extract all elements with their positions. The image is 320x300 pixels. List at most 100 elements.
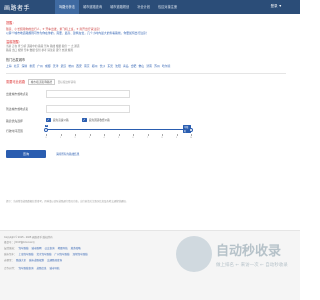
footer-links-partners: 合作伙伴： 驾车路线查询 道路信息 城市导航 <box>4 266 63 270</box>
footer-link[interactable]: 旅游攻略 <box>71 247 81 250</box>
hot-cities-list: 上海 北京 深圳 重庆 广州 成都 天津 武汉 杭州 西安 南京 郑州 长沙 东莞 沈阳 青岛 合肥 佛山 济南 苏州… <box>6 64 286 68</box>
avoid-highway-label: 避免高速公路 <box>53 119 69 123</box>
tab-city-road-query[interactable]: 城市道路查询 <box>79 0 106 14</box>
slider-tick <box>147 133 148 136</box>
hot-city-link[interactable]: 杭州 <box>68 64 74 68</box>
slider-tick-labels: 0 1 2 3 4 5 6 7 8 9 10 <box>45 136 193 140</box>
hot-city-link[interactable]: 佛山 <box>139 64 145 68</box>
top-navbar: 画路者手 驾路分析法 城市道路查询 城市道路规划 补全计划 包边对接注册 登录 … <box>0 0 300 14</box>
footer-links-city: 城市驾车： 上海驾车路线 北京驾车路线 广州驾车路线 深圳驾车路线 <box>4 252 91 256</box>
hot-city-link[interactable]: 青岛 <box>123 64 129 68</box>
footer-link[interactable]: 路线大全 <box>16 259 26 262</box>
avoid-toll-label: 避免国道收费公路 <box>89 119 110 123</box>
submit-button[interactable]: 查询 <box>6 149 46 158</box>
tab-city-road-plan[interactable]: 城市道路规划 <box>106 0 133 14</box>
footer-link[interactable]: 城市路网 <box>32 247 42 250</box>
slider-tick <box>162 133 163 136</box>
submit-row: 查询 清除所有的路线结果 <box>6 149 286 162</box>
avoid-toll-checkbox[interactable]: ✓ <box>82 117 87 123</box>
footer-link[interactable]: 北京驾车路线 <box>37 253 52 256</box>
slider-tick-label: 5 <box>117 136 120 139</box>
footer-links-heading: 合作伙伴： <box>4 267 17 270</box>
hot-city-link[interactable]: 郑州 <box>92 64 98 68</box>
slider-tick <box>46 133 47 136</box>
slider-tick <box>118 133 119 136</box>
hot-city-link[interactable]: 哈尔滨 <box>162 64 170 68</box>
footer-link[interactable]: 交通路况查询 <box>47 259 62 262</box>
footer-link[interactable]: 道路信息 <box>37 267 47 270</box>
end-input[interactable] <box>46 104 130 113</box>
hot-city-link[interactable]: 上海 <box>6 64 12 68</box>
tab-register[interactable]: 包边对接注册 <box>154 0 181 14</box>
slider-tick <box>176 133 177 136</box>
time-slider-track[interactable]: 0 不限时 <box>44 125 193 134</box>
form-title: 需要可此线路 <box>6 80 26 85</box>
slider-tick-label: 10 <box>189 136 193 139</box>
watermark: 自动秒收录 做上排名 ← 来访一次 ← 自动秒收录 <box>176 236 296 280</box>
hot-city-link[interactable]: 天津 <box>53 64 59 68</box>
footer-links-where: 去哪里： 路线大全 城市道路规划 交通路况查询 <box>4 258 65 262</box>
tab-route-analysis[interactable]: 驾路分析法 <box>55 0 79 14</box>
avoid-highway-checkbox[interactable]: ✓ <box>46 117 51 123</box>
slider-tick-label: 7 <box>146 136 149 139</box>
slider-tick-label: 9 <box>175 136 178 139</box>
hot-city-link[interactable]: 济南 <box>146 64 152 68</box>
footer-link[interactable]: 广州驾车路线 <box>55 253 70 256</box>
clear-results-link[interactable]: 清除所有的路线结果 <box>56 152 79 156</box>
form-hint: 目标按这样请填 <box>57 80 76 84</box>
form-mode-box[interactable]: 城市/街道名称路径 <box>28 78 55 85</box>
hot-city-link[interactable]: 深圳 <box>22 64 28 68</box>
hot-city-link[interactable]: 南京 <box>84 64 90 68</box>
hot-city-link[interactable]: 重庆 <box>29 64 35 68</box>
footer-link[interactable]: 地图导航 <box>58 247 68 250</box>
slider-tick <box>191 133 192 136</box>
slider-start-badge: 0 <box>45 125 49 128</box>
hot-city-link[interactable]: 东莞 <box>107 64 113 68</box>
footer-link[interactable]: 公交查询 <box>45 247 55 250</box>
footer-link[interactable]: 城市导航 <box>50 267 60 270</box>
hot-city-link[interactable]: 沈阳 <box>115 64 121 68</box>
watermark-subtitle: 做上排名 ← 来访一次 ← 自动秒收录 <box>216 263 288 268</box>
end-row: 到达城市或地点名 <box>6 104 286 115</box>
slider-tick <box>89 133 90 136</box>
login-link[interactable]: 登录 ▼ <box>271 4 282 9</box>
slider-start-handle[interactable] <box>44 127 48 132</box>
end-label: 到达城市或地点名 <box>6 106 29 111</box>
hot-cities-title: 热门出发城市 <box>6 57 26 62</box>
site-logo[interactable]: 画路者手 <box>4 3 30 12</box>
start-label: 出发城市或地点名 <box>6 91 29 96</box>
slider-tick <box>133 133 134 136</box>
hot-city-link[interactable]: 苏州 <box>154 64 160 68</box>
hot-city-link[interactable]: 广州 <box>37 64 43 68</box>
watermark-logo-icon <box>176 236 212 272</box>
slider-tick-label: 8 <box>161 136 163 139</box>
time-slider-row: 行驶时间范围 0 不限时 0 1 2 3 4 5 6 7 8 9 10 <box>6 125 286 144</box>
slider-tick <box>60 133 61 136</box>
hot-city-link[interactable]: 成都 <box>45 64 51 68</box>
footer-links-heading: 去哪里： <box>4 259 15 262</box>
tip-line: 以算个城市地道路规则可作为你在你的，需要、最高、建筑在位，几个小时内最大的查看路… <box>6 31 149 35</box>
hot-city-link[interactable]: 武汉 <box>61 64 67 68</box>
tips-title: 提醒： <box>6 21 16 25</box>
footer-links-friends: 友情链接： 驾车路线 城市路网 公交查询 地图导航 旅游攻略 <box>4 246 84 250</box>
footer-link[interactable]: 深圳驾车路线 <box>73 253 88 256</box>
footer-copyright: Copyright © 2015 - 2025 画路者手 版权所有 <box>4 236 53 239</box>
notice-title: 温馨提醒： <box>6 40 22 44</box>
slider-tick <box>104 133 105 136</box>
hot-city-link[interactable]: 北京 <box>14 64 20 68</box>
footer-link[interactable]: 城市道路规划 <box>29 259 44 262</box>
footer-link[interactable]: 驾车路线查询 <box>19 267 34 270</box>
footer-link[interactable]: 上海驾车路线 <box>19 253 34 256</box>
tab-complete-plan[interactable]: 补全计划 <box>133 0 154 14</box>
slider-tick-label: 0 <box>45 136 47 139</box>
hot-city-link[interactable]: 合肥 <box>131 64 137 68</box>
footer-link[interactable]: 驾车路线 <box>19 247 29 250</box>
footer-icp: 备案号：沪ICP备10xxxxx号 <box>4 241 35 244</box>
hot-city-link[interactable]: 长沙 <box>100 64 106 68</box>
slider-end-handle[interactable] <box>189 127 193 132</box>
nav-tabs: 驾路分析法 城市道路查询 城市道路规划 补全计划 包边对接注册 <box>55 0 181 14</box>
slider-tick-label: 3 <box>88 136 91 139</box>
hot-city-link[interactable]: 西安 <box>76 64 82 68</box>
start-row: 出发城市或地点名 <box>6 89 286 100</box>
start-input[interactable] <box>46 89 130 98</box>
